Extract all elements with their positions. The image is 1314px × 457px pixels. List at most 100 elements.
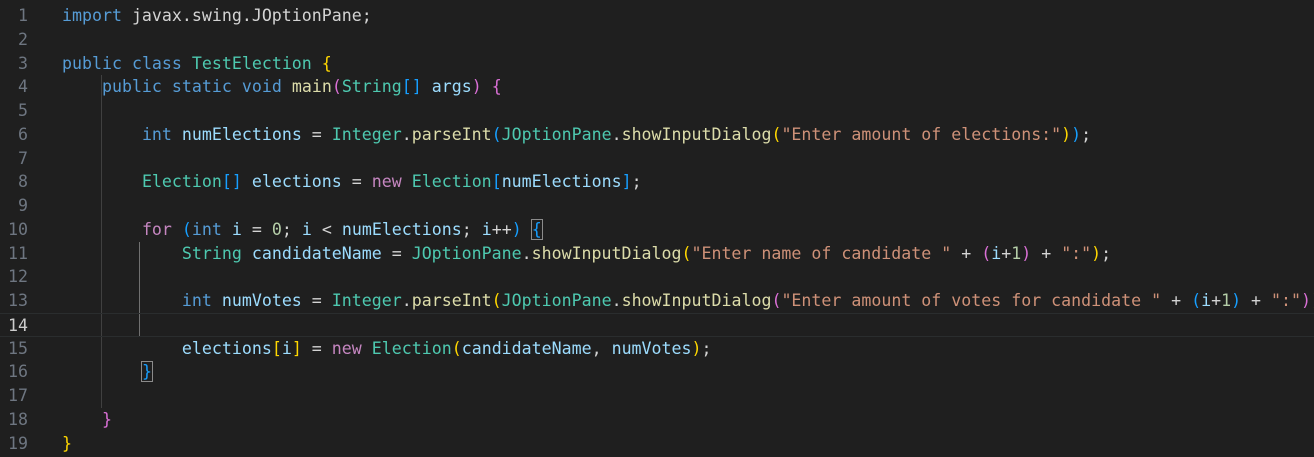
code-token: .	[611, 124, 622, 144]
code-token: ;	[631, 172, 642, 192]
code-token: =	[341, 172, 372, 192]
code-token: parseInt	[411, 124, 492, 144]
code-line[interactable]: 16 }	[0, 360, 1314, 384]
line-number: 9	[18, 196, 28, 215]
code-token: new	[371, 172, 402, 192]
code-line[interactable]: 12	[0, 265, 1314, 289]
code-token: []	[401, 77, 422, 97]
line-number: 19	[8, 433, 28, 453]
code-line[interactable]: 4 public static void main(String[] args)…	[0, 75, 1314, 99]
code-token: )	[1301, 291, 1312, 310]
code-token: numElections	[501, 172, 622, 192]
line-number: 1	[18, 6, 28, 25]
line-number: 11	[8, 243, 28, 263]
code-line[interactable]: 17	[0, 384, 1314, 408]
code-token: numElections	[341, 219, 462, 239]
code-line[interactable]: 3 public class TestElection {	[0, 52, 1314, 76]
code-token: ;	[1081, 124, 1092, 144]
code-editor[interactable]: 1 import javax.swing.JOptionPane; 2 3 public…	[0, 0, 1314, 457]
code-token: {	[491, 77, 502, 97]
code-token: public	[101, 77, 162, 97]
line-number: 15	[8, 338, 28, 358]
line-number: 8	[18, 172, 28, 192]
code-line[interactable]: 2	[0, 28, 1314, 52]
code-token: showInputDialog	[621, 291, 772, 310]
code-token: .	[401, 291, 412, 310]
code-line[interactable]: 6 int numElections = Integer.parseInt(JO…	[0, 123, 1314, 147]
line-number: 6	[18, 124, 28, 144]
code-token: "Enter name of candidate "	[691, 243, 952, 263]
line-number: 14	[8, 315, 28, 335]
code-line[interactable]: 9	[0, 194, 1314, 218]
code-token: Integer	[331, 291, 402, 310]
code-line[interactable]: 8 Election[] elections = new Election[nu…	[0, 170, 1314, 194]
code-token: ;	[1101, 243, 1112, 263]
code-token: {	[530, 218, 543, 240]
code-token: i	[1201, 291, 1212, 310]
code-token: showInputDialog	[531, 243, 682, 263]
code-line[interactable]: 13 int numVotes = Integer.parseInt(JOpti…	[0, 289, 1314, 313]
code-line[interactable]: 11 String candidateName = JOptionPane.sh…	[0, 242, 1314, 266]
code-token: 0	[271, 219, 282, 239]
code-token: (	[451, 338, 462, 358]
code-text: Election[] elections = new Election[numE…	[62, 170, 642, 194]
code-token: 1	[1221, 291, 1232, 310]
line-number: 7	[18, 148, 28, 168]
code-token: Election	[141, 172, 222, 192]
code-token: +	[951, 243, 982, 263]
code-token: )	[1071, 124, 1082, 144]
code-token: int	[191, 219, 222, 239]
code-token: numVotes	[611, 338, 692, 358]
code-token: (	[181, 219, 192, 239]
code-token: +	[1241, 291, 1272, 310]
code-line[interactable]: 14	[0, 312, 1314, 337]
code-token: TestElection	[191, 53, 312, 73]
code-line[interactable]: 1 import javax.swing.JOptionPane;	[0, 4, 1314, 28]
code-line[interactable]: 18 }	[0, 408, 1314, 432]
code-token: ;	[281, 219, 302, 239]
code-token: JOptionPane	[411, 243, 522, 263]
code-token: +	[1001, 243, 1012, 263]
code-token: (	[981, 243, 992, 263]
code-token: [	[491, 172, 502, 192]
code-token: String	[181, 243, 242, 263]
code-token: ,	[591, 338, 612, 358]
code-token: ++	[491, 219, 512, 239]
code-token: void	[241, 77, 282, 97]
code-token: i	[301, 219, 312, 239]
code-token: javax.swing.JOptionPane;	[121, 6, 372, 25]
code-token: numVotes	[221, 291, 302, 310]
code-token: numElections	[181, 124, 302, 144]
code-token: i	[281, 338, 292, 358]
code-token: new	[331, 338, 362, 358]
code-token: showInputDialog	[621, 124, 772, 144]
code-token: int	[181, 291, 212, 310]
code-token: Election	[411, 172, 492, 192]
code-token: (	[681, 243, 692, 263]
code-token: i	[991, 243, 1002, 263]
code-token: +	[1161, 291, 1192, 310]
code-line[interactable]: 15 elections[i] = new Election(candidate…	[0, 337, 1314, 361]
code-line[interactable]: 5	[0, 99, 1314, 123]
code-token: )	[511, 219, 522, 239]
code-token: (	[491, 124, 502, 144]
code-token: parseInt	[411, 291, 492, 310]
code-text: import javax.swing.JOptionPane;	[62, 4, 372, 28]
code-text: }	[62, 360, 153, 384]
code-line[interactable]: 7	[0, 147, 1314, 171]
code-token: =	[381, 243, 412, 263]
code-line[interactable]: 19}	[0, 432, 1314, 456]
code-line[interactable]: 10 for (int i = 0; i < numElections; i++…	[0, 218, 1314, 242]
